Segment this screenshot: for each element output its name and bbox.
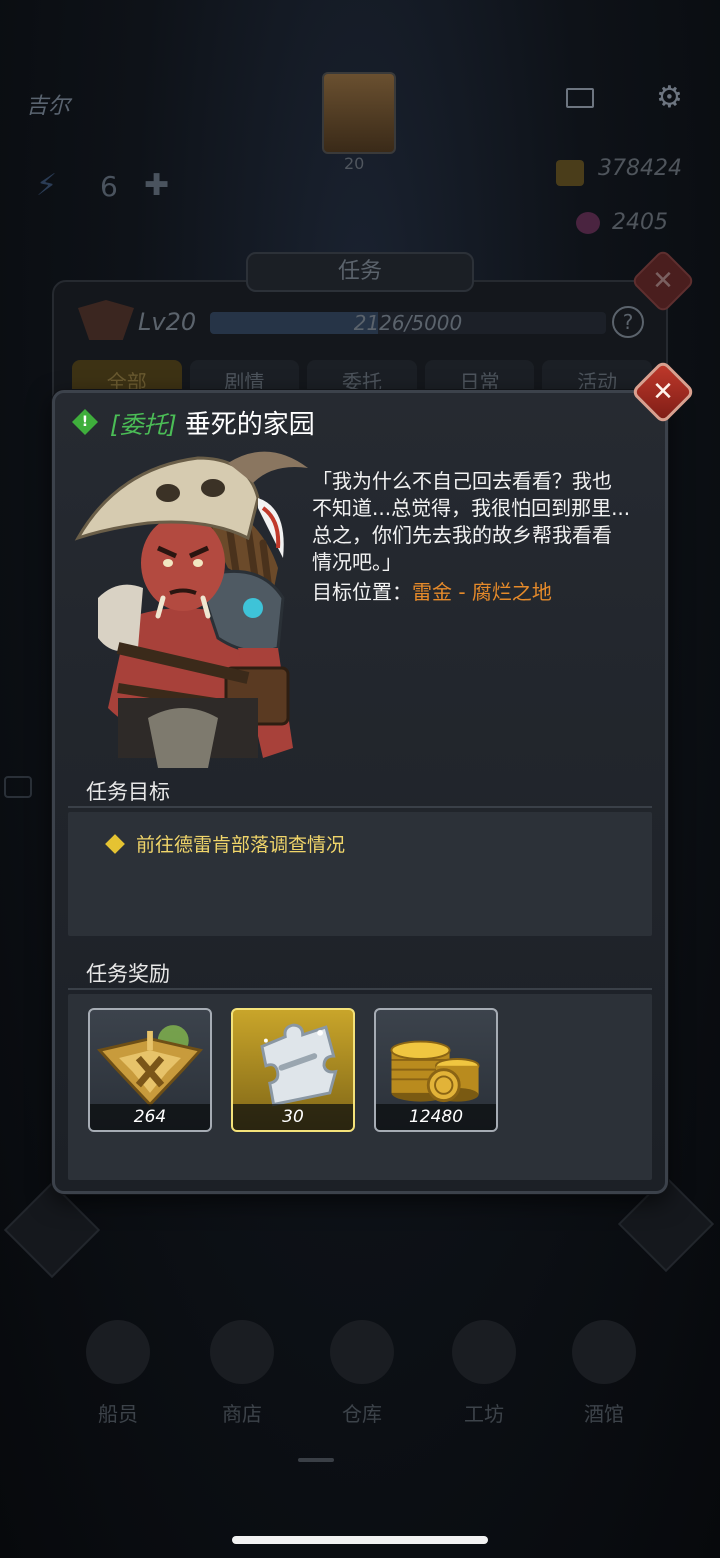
workshop-icon <box>452 1320 516 1384</box>
reward-qty-xp: 264 <box>90 1104 210 1130</box>
nav-workshop: 工坊 <box>434 1320 534 1427</box>
crew-icon <box>86 1320 150 1384</box>
rewards-divider <box>68 988 652 990</box>
quest-type-tag: [委托] <box>110 410 177 439</box>
tab-daily: 日常 <box>424 360 535 394</box>
player-name: 吉尔 <box>26 94 71 119</box>
nav-crew-label: 船员 <box>98 1402 138 1426</box>
nav-shop-label: 商店 <box>222 1402 262 1426</box>
nav-tavern: 酒馆 <box>554 1320 654 1427</box>
xp-text: 2126/5000 <box>353 311 463 335</box>
target-location-value: 雷金 - 腐烂之地 <box>412 580 552 604</box>
gold-coins-icon <box>390 1040 480 1103</box>
xp-emblem-icon <box>96 1025 204 1107</box>
tavern-icon <box>572 1320 636 1384</box>
quest-title: 垂死的家园 <box>184 409 315 440</box>
gem-count: 2405 <box>612 210 668 235</box>
rewards-heading: 任务奖励 <box>86 962 170 986</box>
target-location: 目标位置：雷金 - 腐烂之地 <box>312 576 552 605</box>
quest-tabs: 全部 剧情 委托 日常 活动 <box>72 360 652 394</box>
tab-story: 剧情 <box>189 360 300 394</box>
nav-warehouse-label: 仓库 <box>342 1402 382 1426</box>
reward-item-xp[interactable]: 264 <box>88 1008 212 1132</box>
bottom-nav: 船员 商店 仓库 工坊 酒馆 <box>0 1320 720 1460</box>
player-level: 20 <box>344 154 365 173</box>
player-avatar <box>322 72 396 154</box>
gold-count: 378424 <box>598 156 682 181</box>
nav-indicator <box>298 1458 334 1462</box>
close-icon: ✕ <box>652 377 674 407</box>
puzzle-piece-icon <box>260 1023 338 1107</box>
gem-icon <box>576 212 600 234</box>
nav-workshop-label: 工坊 <box>464 1402 504 1426</box>
quest-title-row: ! [委托] 垂死的家园 <box>72 404 315 440</box>
target-location-label: 目标位置： <box>312 580 412 604</box>
gear-icon: ⚙ <box>656 80 683 115</box>
gold-icon <box>556 160 584 186</box>
reward-item-blueprint[interactable]: 30 <box>231 1008 355 1132</box>
objectives-divider <box>68 806 652 808</box>
reward-qty-blueprint: 30 <box>233 1104 353 1130</box>
tab-all: 全部 <box>72 360 182 394</box>
diamond-bullet-icon <box>105 833 125 854</box>
quest-panel-title: 任务 <box>246 252 474 292</box>
warehouse-icon <box>330 1320 394 1384</box>
objective-text: 前往德雷肯部落调查情况 <box>136 834 346 856</box>
reward-item-gold[interactable]: 12480 <box>374 1008 498 1132</box>
energy-count: 6 <box>100 170 118 203</box>
chat-icon <box>4 776 32 798</box>
objectives-heading: 任务目标 <box>86 780 170 804</box>
add-energy-icon: ✚ <box>144 168 170 203</box>
quest-giver-portrait <box>74 451 308 768</box>
tab-commission: 委托 <box>307 360 417 394</box>
nav-crew: 船员 <box>68 1320 168 1427</box>
shop-icon <box>210 1320 274 1384</box>
quest-description: 「我为什么不自己回去看看？我也 不知道...总觉得，我很怕回到那里... 总之，… <box>312 469 631 574</box>
quest-alert-icon: ! <box>72 409 98 435</box>
help-icon: ? <box>612 306 644 338</box>
nav-warehouse: 仓库 <box>312 1320 412 1427</box>
mail-icon <box>566 88 594 108</box>
lightning-icon: ⚡ <box>36 168 58 203</box>
nav-tavern-label: 酒馆 <box>584 1402 624 1426</box>
reward-qty-gold: 12480 <box>376 1104 496 1130</box>
home-indicator[interactable] <box>232 1536 488 1544</box>
objective-item: 前往德雷肯部落调查情况 <box>105 830 346 857</box>
nav-shop: 商店 <box>192 1320 292 1427</box>
player-level-label: Lv20 <box>138 308 197 336</box>
